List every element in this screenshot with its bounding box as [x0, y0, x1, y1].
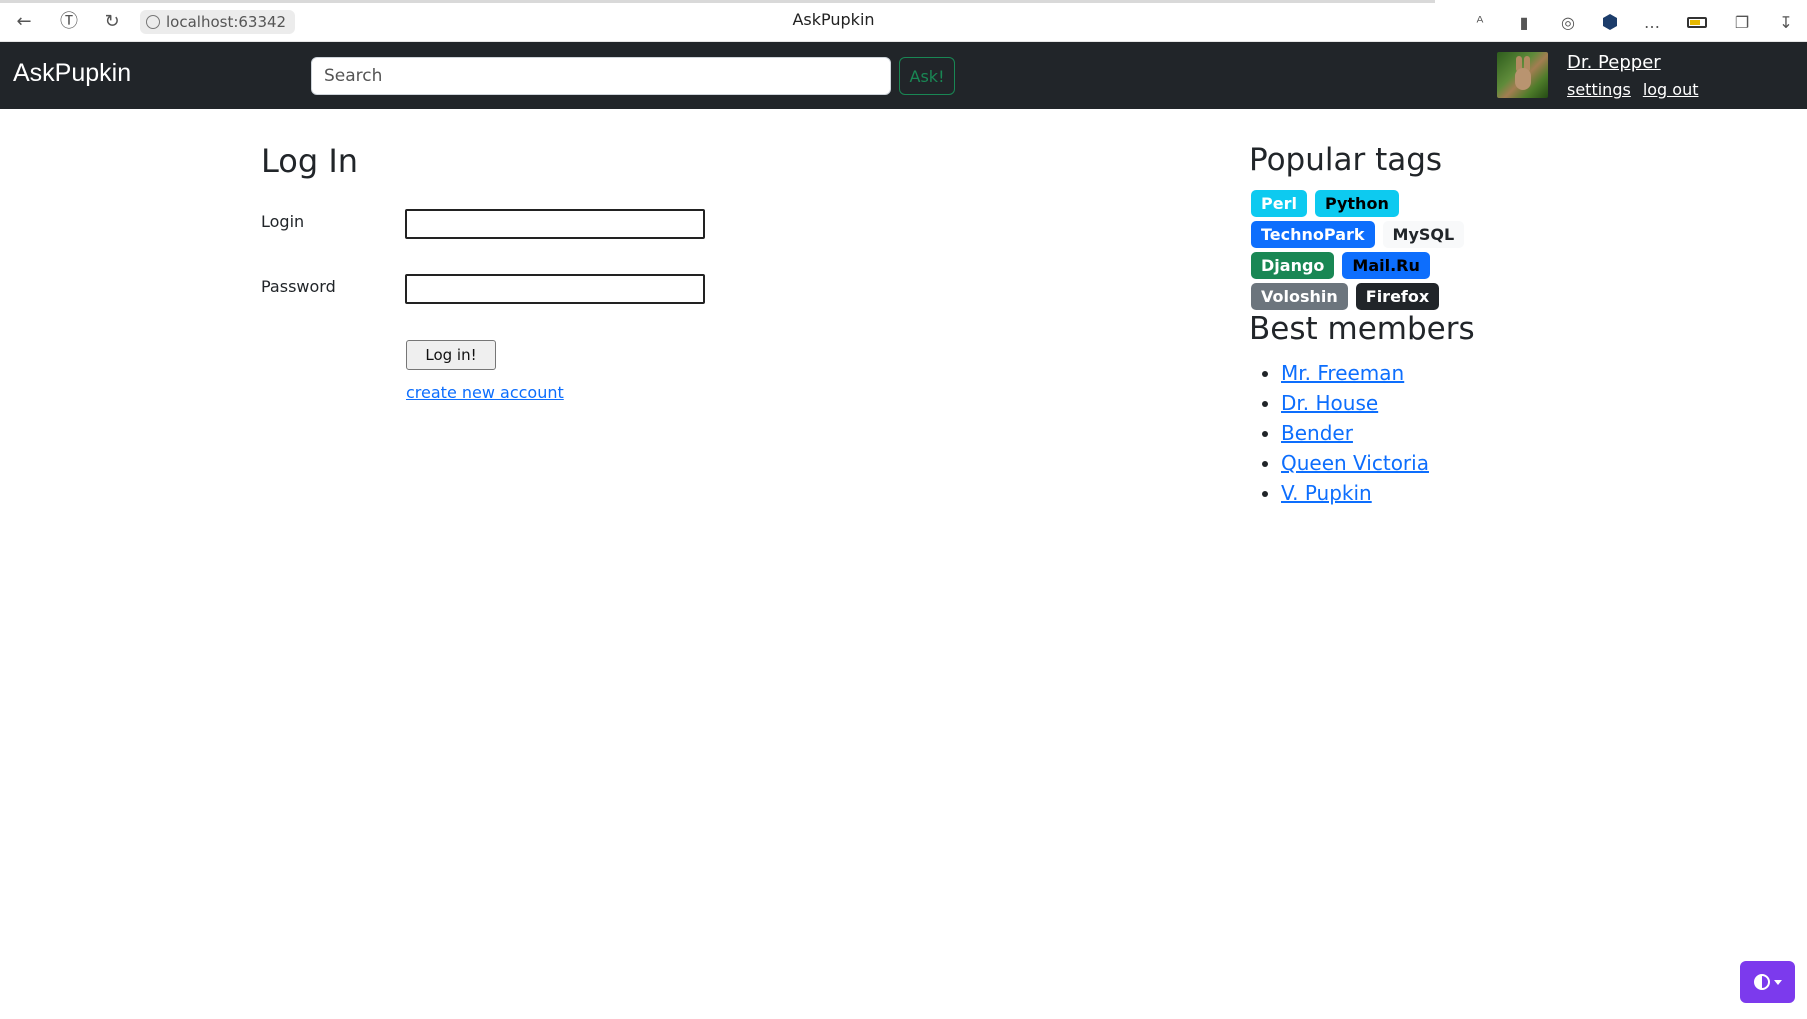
app-navbar: AskPupkin Ask! Dr. Pepper settings log o…: [0, 42, 1807, 109]
tag-badge[interactable]: Django: [1251, 252, 1335, 279]
tab-title: AskPupkin: [792, 10, 875, 29]
battery-icon[interactable]: [1687, 16, 1707, 28]
create-account-link[interactable]: create new account: [406, 383, 564, 402]
user-name-link[interactable]: Dr. Pepper: [1567, 52, 1661, 73]
list-item: Dr. House: [1281, 388, 1429, 418]
logout-link[interactable]: log out: [1643, 80, 1699, 99]
best-members-title: Best members: [1249, 311, 1475, 347]
login-button[interactable]: Log in!: [406, 340, 496, 370]
avatar-face: [1515, 68, 1531, 90]
tag-badge[interactable]: Python: [1314, 190, 1399, 217]
more-icon[interactable]: …: [1643, 13, 1661, 32]
download-icon[interactable]: ↧: [1777, 13, 1795, 32]
search-input[interactable]: [311, 57, 891, 95]
member-link[interactable]: Dr. House: [1281, 391, 1378, 415]
list-item: Queen Victoria: [1281, 448, 1429, 478]
tag-badge[interactable]: Voloshin: [1251, 283, 1348, 310]
members-list: Mr. Freeman Dr. House Bender Queen Victo…: [1281, 358, 1429, 508]
member-link[interactable]: V. Pupkin: [1281, 481, 1372, 505]
ask-button[interactable]: Ask!: [899, 57, 955, 95]
popular-tags-title: Popular tags: [1249, 142, 1443, 178]
extension-icon[interactable]: [1603, 14, 1617, 30]
login-field[interactable]: [405, 209, 705, 239]
tag-badge[interactable]: MySQL: [1382, 221, 1465, 248]
member-link[interactable]: Bender: [1281, 421, 1353, 445]
globe-icon[interactable]: ◎: [1559, 13, 1577, 32]
password-label: Password: [261, 277, 336, 296]
member-link[interactable]: Queen Victoria: [1281, 451, 1429, 475]
browser-toolbar: ← Ⓣ ↻ localhost:63342 AskPupkin ᴬ ▮ ◎ … …: [0, 0, 1807, 42]
member-link[interactable]: Mr. Freeman: [1281, 361, 1404, 385]
tag-list: Perl Python TechnoPark MySQL Django Mail…: [1251, 190, 1521, 310]
page-load-indicator: [0, 0, 1435, 3]
tag-badge[interactable]: TechnoPark: [1251, 221, 1375, 248]
tag-badge[interactable]: Mail.Ru: [1342, 252, 1430, 279]
collections-icon[interactable]: ❐: [1733, 13, 1751, 32]
contrast-icon: [1753, 974, 1770, 990]
translate-icon[interactable]: ᴬ: [1471, 13, 1489, 32]
settings-link[interactable]: settings: [1567, 80, 1631, 99]
avatar[interactable]: [1497, 52, 1548, 98]
list-item: V. Pupkin: [1281, 478, 1429, 508]
tag-badge[interactable]: Perl: [1251, 190, 1307, 217]
list-item: Mr. Freeman: [1281, 358, 1429, 388]
bookmark-icon[interactable]: ▮: [1515, 13, 1533, 32]
tag-badge[interactable]: Firefox: [1355, 283, 1440, 310]
caret-down-icon: [1773, 979, 1782, 985]
theme-toggle-button[interactable]: [1740, 961, 1795, 1003]
page-title: Log In: [261, 142, 359, 180]
list-item: Bender: [1281, 418, 1429, 448]
user-links: settings log out: [1567, 80, 1699, 99]
login-label: Login: [261, 212, 305, 231]
password-field[interactable]: [405, 274, 705, 304]
browser-right-icons: ᴬ ▮ ◎ … ❐ ↧: [1471, 8, 1807, 36]
brand-logo[interactable]: AskPupkin: [13, 59, 131, 88]
